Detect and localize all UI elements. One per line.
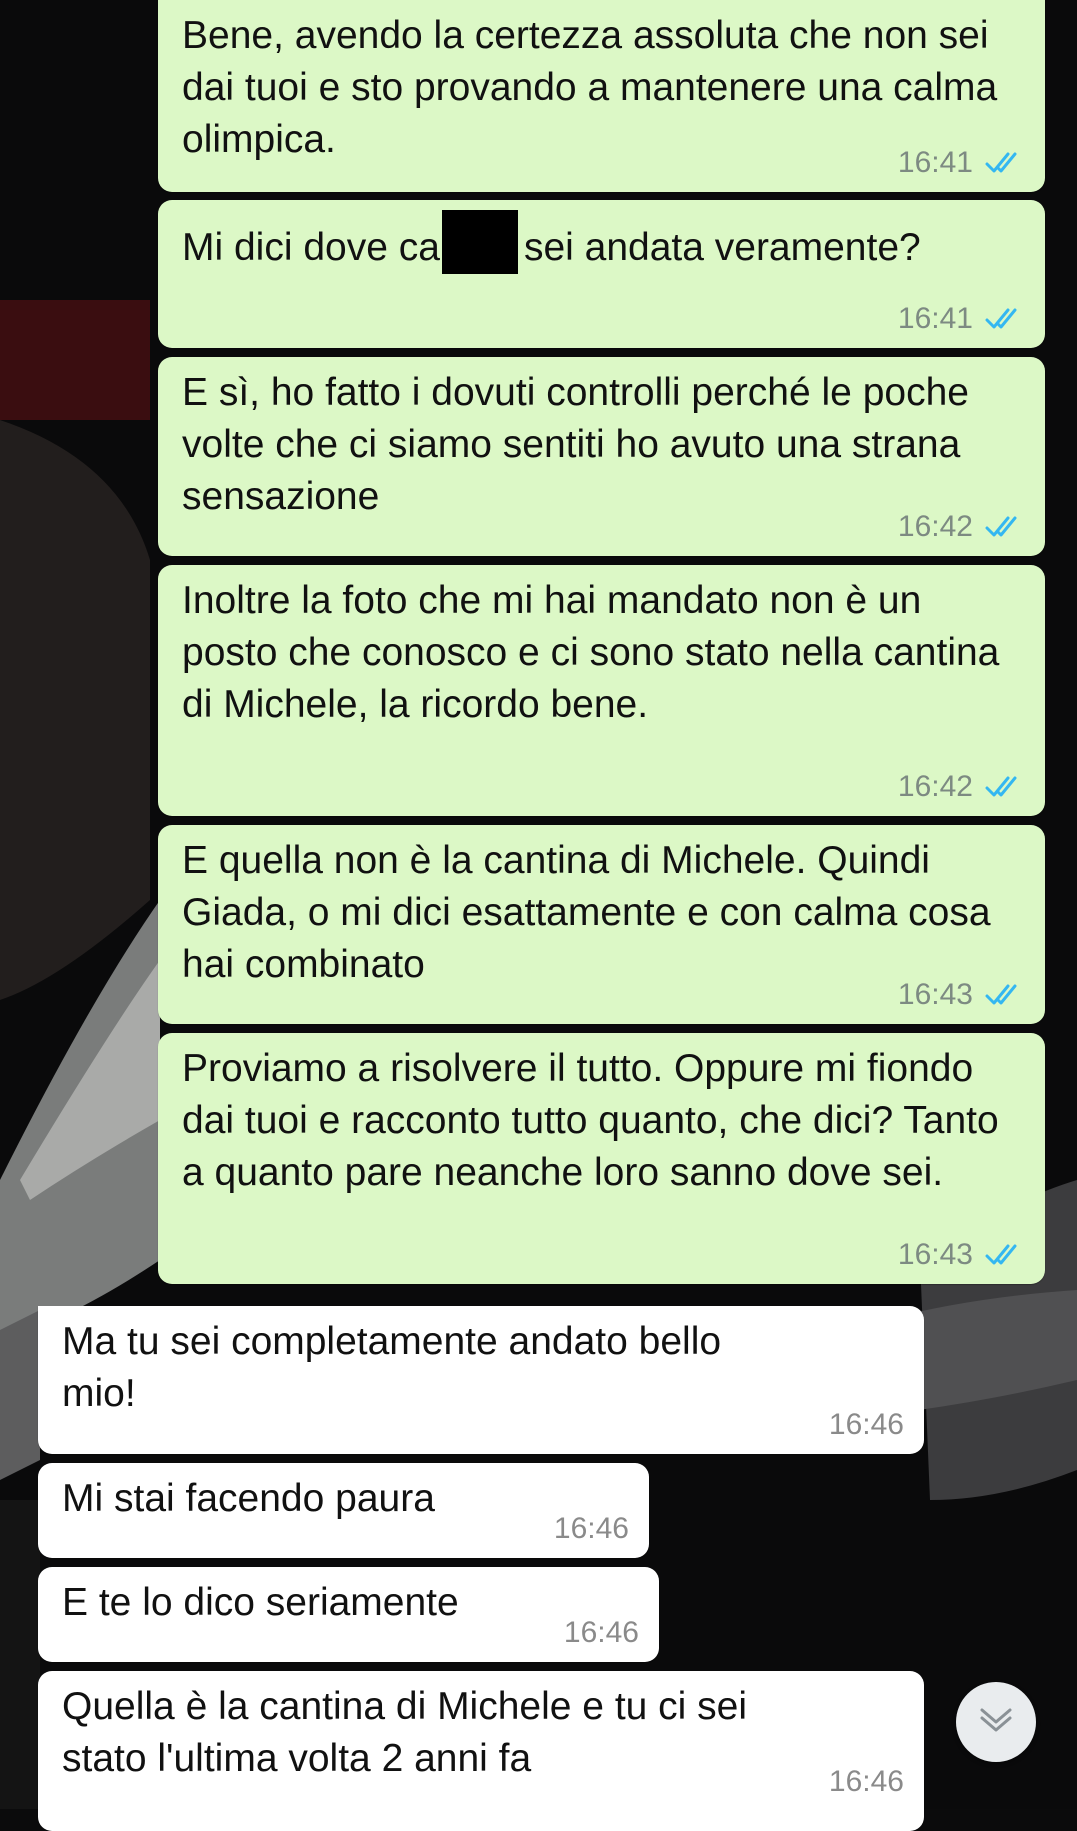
message-time: 16:42 (897, 510, 973, 543)
message-list[interactable]: Bene, avendo la certezza assoluta che no… (0, 0, 1077, 1831)
message-outgoing[interactable]: Inoltre la foto che mi hai mandato non è… (158, 565, 1045, 816)
message-meta: 16:42 (898, 512, 1025, 542)
message-incoming[interactable]: Quella è la cantina di Michele e tu ci s… (38, 1671, 924, 1831)
read-ticks-icon (985, 307, 1025, 331)
message-meta: 16:46 (554, 1514, 629, 1544)
message-time: 16:46 (563, 1616, 639, 1649)
message-outgoing[interactable]: E sì, ho fatto i dovuti controlli perché… (158, 357, 1045, 556)
message-time: 16:43 (897, 978, 973, 1011)
message-text: Proviamo a risolvere il tutto. Oppure mi… (182, 1047, 999, 1194)
redaction-block (441, 210, 518, 274)
read-ticks-icon (985, 151, 1025, 175)
message-meta: 16:42 (898, 772, 1025, 802)
message-time: 16:41 (897, 146, 973, 179)
message-text: E te lo dico seriamente (62, 1581, 459, 1624)
message-meta: 16:46 (829, 1767, 904, 1797)
message-meta: 16:43 (898, 1240, 1025, 1270)
message-time: 16:43 (897, 1238, 973, 1271)
message-outgoing[interactable]: E quella non è la cantina di Michele. Qu… (158, 825, 1045, 1024)
message-incoming[interactable]: Ma tu sei completamente andato bello mio… (38, 1306, 924, 1454)
message-text: E quella non è la cantina di Michele. Qu… (182, 839, 991, 986)
message-text: Mi stai facendo paura (62, 1477, 435, 1520)
message-outgoing[interactable]: Proviamo a risolvere il tutto. Oppure mi… (158, 1033, 1045, 1284)
message-time: 16:46 (553, 1512, 629, 1545)
message-time: 16:42 (897, 770, 973, 803)
read-ticks-icon (985, 1243, 1025, 1267)
message-meta: 16:41 (898, 148, 1025, 178)
message-text-after: sei andata veramente? (523, 226, 921, 269)
message-outgoing[interactable]: Bene, avendo la certezza assoluta che no… (158, 0, 1045, 192)
message-meta: 16:46 (829, 1410, 904, 1440)
message-text: E sì, ho fatto i dovuti controlli perché… (182, 371, 969, 518)
read-ticks-icon (985, 983, 1025, 1007)
message-meta: 16:46 (564, 1618, 639, 1648)
message-time: 16:46 (828, 1765, 904, 1798)
message-outgoing[interactable]: Mi dici dove ca sei andata veramente? 16:… (158, 200, 1045, 348)
message-text: Bene, avendo la certezza assoluta che no… (182, 14, 998, 161)
message-time: 16:46 (828, 1408, 904, 1441)
scroll-to-bottom-button[interactable] (956, 1682, 1036, 1762)
read-ticks-icon (985, 775, 1025, 799)
message-time: 16:41 (897, 302, 973, 335)
message-meta: 16:41 (898, 304, 1025, 334)
message-meta: 16:43 (898, 980, 1025, 1010)
message-text-before: Mi dici dove ca (182, 226, 440, 269)
read-ticks-icon (985, 515, 1025, 539)
message-incoming[interactable]: E te lo dico seriamente 16:46 (38, 1567, 659, 1662)
message-text: Ma tu sei completamente andato bello mio… (62, 1320, 722, 1415)
message-text: Inoltre la foto che mi hai mandato non è… (182, 579, 1000, 726)
message-incoming[interactable]: Mi stai facendo paura 16:46 (38, 1463, 649, 1558)
chevron-down-icon (976, 1705, 1016, 1740)
message-text: Quella è la cantina di Michele e tu ci s… (62, 1685, 748, 1780)
